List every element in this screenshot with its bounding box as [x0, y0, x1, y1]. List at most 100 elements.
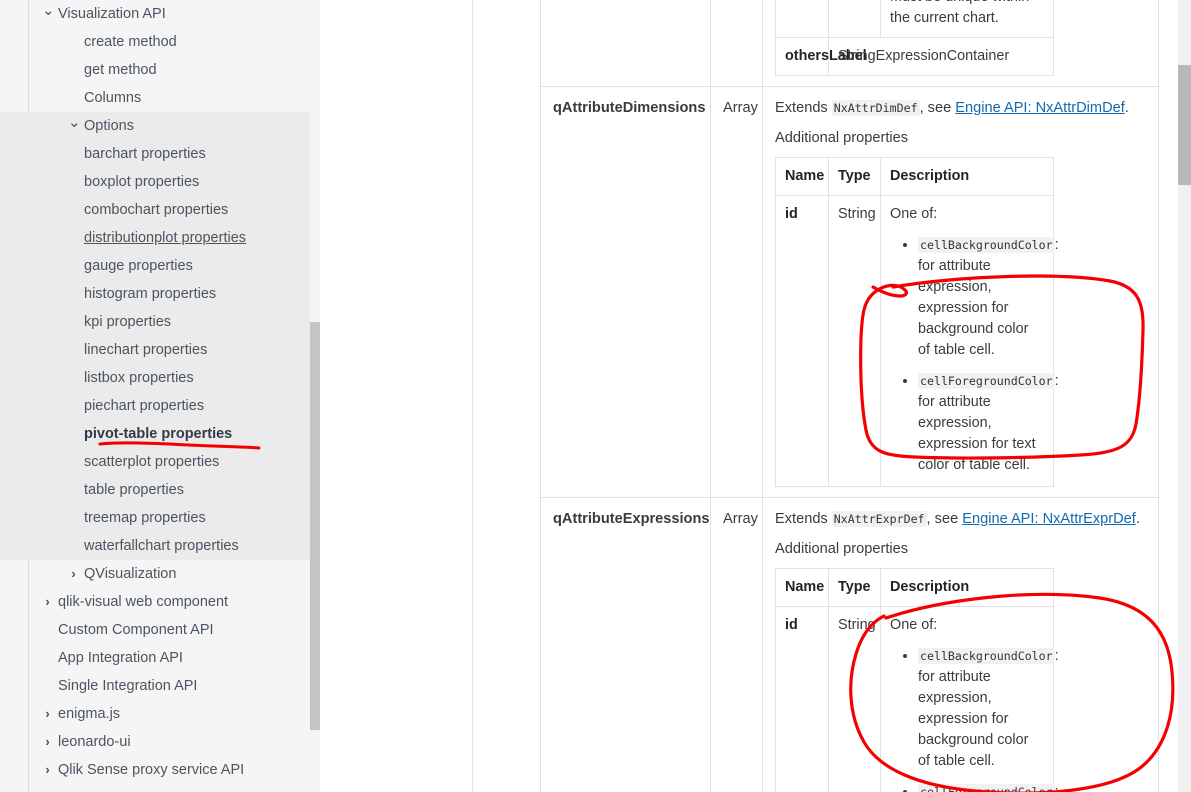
sidebar-item-boxplot-properties[interactable]: boxplot properties: [0, 168, 320, 196]
chevron-right-icon[interactable]: ›: [68, 560, 79, 588]
nested-properties-table: Name Type Description id String One of: …: [775, 157, 1059, 487]
sidebar-item-qlik-sense-proxy-service-api[interactable]: › Qlik Sense proxy service API: [0, 756, 320, 784]
sidebar-item-label: pivot-table properties: [84, 426, 233, 442]
sidebar-item-distributionplot-properties[interactable]: distributionplot properties: [0, 224, 320, 252]
sidebar-item-label: histogram properties: [84, 286, 217, 302]
sidebar-item-label: get method: [84, 62, 157, 78]
table-row: qAttributeExpressions Array Extends NxAt…: [540, 497, 1159, 792]
sidebar-item-visualization-api[interactable]: ⌄ Visualization API: [0, 0, 320, 28]
table-header-row: Name Type Description: [775, 157, 1054, 196]
nested-type-cell: String: [828, 195, 881, 487]
sidebar-item-waterfallchart-properties[interactable]: waterfallchart properties: [0, 532, 320, 560]
sidebar-item-label: leonardo-ui: [58, 734, 131, 750]
nested-name-cell: id: [775, 195, 829, 487]
sidebar-item-label: waterfallchart properties: [84, 538, 239, 554]
sidebar-item-kpi-properties[interactable]: kpi properties: [0, 308, 320, 336]
table-row: qAttributeDimensions Array Extends NxAtt…: [540, 86, 1159, 498]
sidebar-item-combochart-properties[interactable]: combochart properties: [0, 196, 320, 224]
sidebar-item-columns[interactable]: Columns: [0, 84, 320, 112]
sidebar-item-label: treemap properties: [84, 510, 206, 526]
sidebar-item-label: listbox properties: [84, 370, 194, 386]
nested-type-cell: String: [828, 606, 881, 792]
sidebar-item-histogram-properties[interactable]: histogram properties: [0, 280, 320, 308]
sidebar-item-enigma-js[interactable]: › enigma.js: [0, 700, 320, 728]
sidebar-item-label: Options: [84, 118, 134, 134]
sidebar-item-qlik-visual-web-component[interactable]: › qlik-visual web component: [0, 588, 320, 616]
chevron-down-icon[interactable]: ⌄: [42, 0, 55, 22]
nested-name-cell: cID: [775, 0, 829, 38]
bullet-code: cellForegroundColor: [918, 784, 1055, 792]
bullet-code: cellForegroundColor: [918, 373, 1055, 389]
property-type-cell: Array: [710, 86, 763, 498]
sidebar: ⌄ Visualization API create method get metho…: [0, 0, 320, 792]
sidebar-item-label: App Integration API: [58, 650, 183, 666]
sidebar-item-label: Qlik Sense proxy service API: [58, 762, 245, 778]
sidebar-item-gauge-properties[interactable]: gauge properties: [0, 252, 320, 280]
bullet-text: : for attribute expression, expression f…: [918, 237, 1059, 358]
list-item: cellBackgroundColor: for attribute expre…: [918, 235, 1059, 361]
page-scrollbar-thumb[interactable]: [1178, 65, 1191, 185]
one-of-label: One of:: [890, 206, 938, 222]
property-description-cell: Default: true cID String ID used by the …: [762, 0, 1159, 87]
nested-properties-table: Name Type Description id String One of: …: [775, 568, 1059, 792]
list-item: cellForegroundColor: for attribute expre…: [918, 782, 1059, 792]
sidebar-item-qvisualization[interactable]: › QVisualization: [0, 560, 320, 588]
sidebar-item-single-integration-api[interactable]: Single Integration API: [0, 672, 320, 700]
sidebar-item-table-properties[interactable]: table properties: [0, 476, 320, 504]
extends-prefix: Extends: [775, 511, 832, 527]
sidebar-item-piechart-properties[interactable]: piechart properties: [0, 392, 320, 420]
chevron-right-icon[interactable]: ›: [42, 588, 53, 616]
main-content: Default: true cID String ID used by the …: [473, 0, 1191, 792]
chevron-right-icon[interactable]: ›: [42, 756, 53, 784]
sidebar-item-linechart-properties[interactable]: linechart properties: [0, 336, 320, 364]
property-description-cell: Extends NxAttrExprDef, see Engine API: N…: [762, 497, 1159, 792]
nested-desc-cell: One of: cellBackgroundColor: for attribu…: [880, 606, 1059, 792]
sidebar-item-options[interactable]: ⌄ Options: [0, 112, 320, 140]
properties-table: Default: true cID String ID used by the …: [540, 0, 1159, 792]
sidebar-scrollbar-thumb[interactable]: [310, 322, 320, 730]
sidebar-item-treemap-properties[interactable]: treemap properties: [0, 504, 320, 532]
nested-name-cell: id: [775, 606, 829, 792]
sidebar-item-custom-component-api[interactable]: Custom Component API: [0, 616, 320, 644]
chevron-down-icon[interactable]: ⌄: [68, 112, 81, 134]
list-item: cellBackgroundColor: for attribute expre…: [918, 646, 1059, 772]
sidebar-item-get-method[interactable]: get method: [0, 56, 320, 84]
property-type-cell: Array: [710, 497, 763, 792]
additional-properties-label: Additional properties: [775, 130, 909, 146]
nested-name-cell: othersLabel: [775, 37, 867, 76]
sidebar-item-label: enigma.js: [58, 706, 121, 722]
sidebar-item-label: barchart properties: [84, 146, 206, 162]
sidebar-item-label: table properties: [84, 482, 184, 498]
engine-api-link[interactable]: Engine API: NxAttrExprDef: [962, 511, 1136, 527]
table-row: othersLabel StringExpressionContainer: [775, 37, 1054, 76]
sidebar-item-pivot-table-properties[interactable]: pivot-table properties: [0, 420, 320, 448]
sidebar-item-create-method[interactable]: create method: [0, 28, 320, 56]
one-of-list: cellBackgroundColor: for attribute expre…: [890, 646, 1059, 792]
extends-line: Extends NxAttrExprDef, see Engine API: N…: [775, 508, 1146, 530]
extends-prefix: Extends: [775, 100, 832, 116]
extends-mid: , see: [926, 511, 963, 527]
engine-api-link[interactable]: Engine API: NxAttrDimDef: [955, 100, 1125, 116]
sidebar-item-listbox-properties[interactable]: listbox properties: [0, 364, 320, 392]
sidebar-item-label: piechart properties: [84, 398, 205, 414]
property-description-cell: Extends NxAttrDimDef, see Engine API: Nx…: [762, 86, 1159, 498]
nested-header-type: Type: [828, 157, 881, 196]
sidebar-item-barchart-properties[interactable]: barchart properties: [0, 140, 320, 168]
sidebar-item-app-integration-api[interactable]: App Integration API: [0, 644, 320, 672]
sidebar-item-label: Single Integration API: [58, 678, 198, 694]
table-row: Default: true cID String ID used by the …: [540, 0, 1159, 87]
property-name-cell: [540, 0, 711, 87]
nested-type-cell: StringExpressionContainer: [828, 37, 1054, 76]
chevron-right-icon[interactable]: ›: [42, 728, 53, 756]
extends-suffix: .: [1124, 100, 1129, 116]
content-gutter: [320, 0, 472, 792]
table-row: id String One of: cellBackgroundColor: f…: [775, 606, 1059, 792]
sidebar-item-leonardo-ui[interactable]: › leonardo-ui: [0, 728, 320, 756]
sidebar-item-label: scatterplot properties: [84, 454, 220, 470]
sidebar-item-label: Columns: [84, 90, 142, 106]
page-root: ⌄ Visualization API create method get metho…: [0, 0, 1191, 792]
nested-header-name: Name: [775, 157, 829, 196]
property-name-cell: qAttributeExpressions: [540, 497, 711, 792]
sidebar-item-scatterplot-properties[interactable]: scatterplot properties: [0, 448, 320, 476]
chevron-right-icon[interactable]: ›: [42, 700, 53, 728]
